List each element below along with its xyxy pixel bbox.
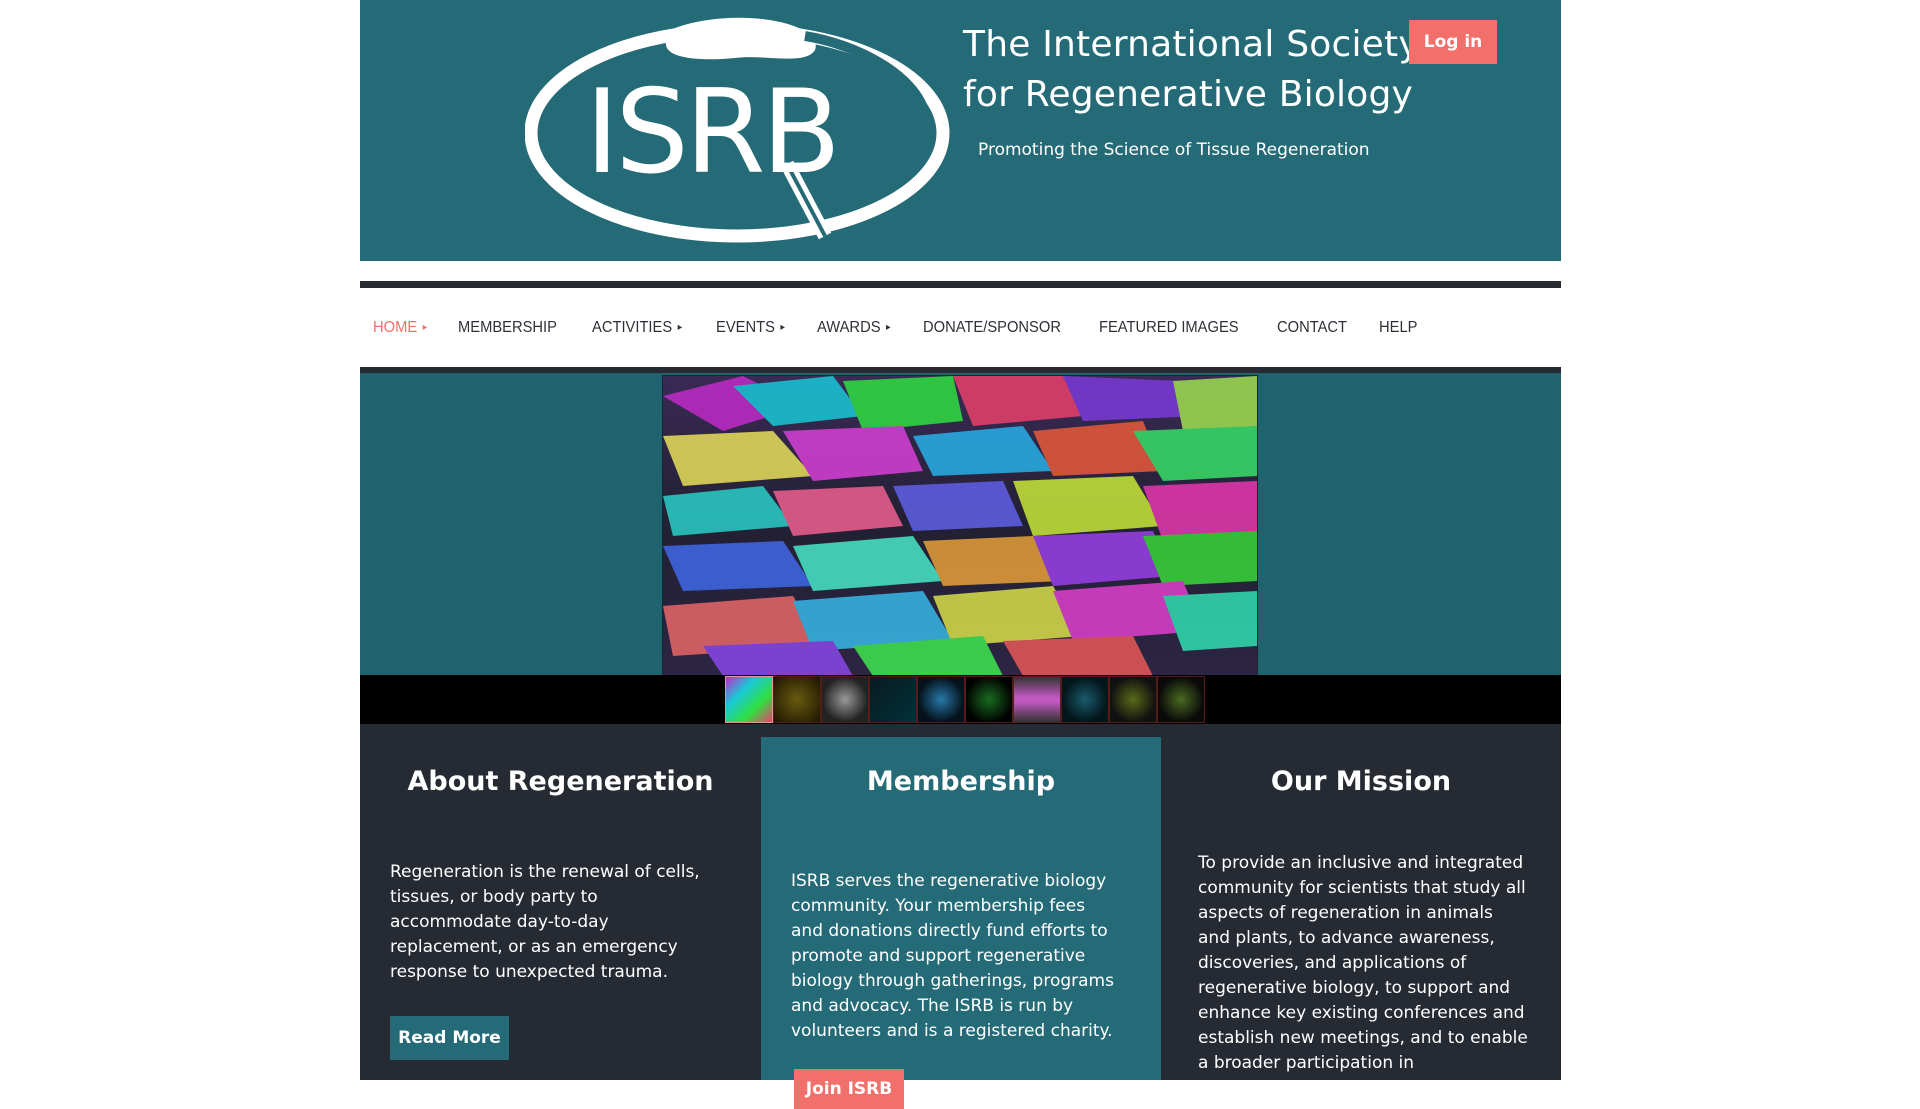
nav-item-label: HELP xyxy=(1378,319,1418,336)
thumbnail[interactable] xyxy=(725,676,773,723)
about-text: Regeneration is the renewal of cells, ti… xyxy=(390,862,700,982)
nav-item-label: CONTACT xyxy=(1276,319,1347,336)
about-regeneration-panel: About Regeneration Regeneration is the r… xyxy=(360,724,761,1080)
page: ISRB The International Society for Regen… xyxy=(360,0,1561,1109)
nav-item-label: DONATE/SPONSOR xyxy=(922,319,1061,336)
nav-top-border xyxy=(360,281,1561,288)
nav-item-help[interactable]: HELP xyxy=(1379,319,1417,337)
main-nav: HOME ▸ MEMBERSHIP ACTIVITIES ▸ EVENTS ▸ AWA… xyxy=(360,288,1561,368)
caret-right-icon: ▸ xyxy=(780,322,785,334)
nav-item-contact[interactable]: CONTACT xyxy=(1277,319,1347,337)
nav-item-membership[interactable]: MEMBERSHIP xyxy=(458,319,557,337)
thumbnail[interactable] xyxy=(917,676,965,723)
nav-item-label: MEMBERSHIP xyxy=(458,319,558,336)
membership-panel: Membership ISRB serves the regenerative … xyxy=(761,737,1161,1109)
mission-title: Our Mission xyxy=(1270,766,1452,797)
nav-item-awards[interactable]: AWARDS ▸ xyxy=(817,319,891,337)
membership-title: Membership xyxy=(866,766,1056,797)
thumbnail-strip xyxy=(360,675,1561,724)
isrb-logo[interactable]: ISRB xyxy=(525,14,950,244)
nav-item-events[interactable]: EVENTS ▸ xyxy=(716,319,785,337)
feature-columns: About Regeneration Regeneration is the r… xyxy=(360,724,1561,1109)
logo-wordmark: ISRB xyxy=(585,65,837,200)
caret-right-icon: ▸ xyxy=(677,322,682,334)
featured-image[interactable] xyxy=(662,375,1258,677)
membership-text: ISRB serves the regenerative biology com… xyxy=(791,871,1114,1041)
nav-item-label: FEATURED IMAGES xyxy=(1098,319,1239,336)
nav-item-activities[interactable]: ACTIVITIES ▸ xyxy=(592,319,682,337)
thumbnail-list xyxy=(725,676,1205,723)
thumbnail[interactable] xyxy=(773,676,821,723)
nav-item-donate-sponsor[interactable]: DONATE/SPONSOR xyxy=(923,319,1061,337)
site-header: ISRB The International Society for Regen… xyxy=(360,0,1561,261)
thumbnail[interactable] xyxy=(1109,676,1157,723)
thumbnail[interactable] xyxy=(1157,676,1205,723)
nav-item-featured-images[interactable]: FEATURED IMAGES xyxy=(1099,319,1239,337)
nav-item-home[interactable]: HOME ▸ xyxy=(373,319,427,337)
nav-item-label: HOME xyxy=(373,319,418,336)
caret-right-icon: ▸ xyxy=(885,322,891,334)
nav-item-label: ACTIVITIES xyxy=(591,319,672,336)
read-more-button[interactable]: Read More xyxy=(390,1016,509,1060)
about-title: About Regeneration xyxy=(407,766,714,797)
join-button[interactable]: Join ISRB xyxy=(794,1069,904,1109)
site-title: The International Society for Regenerati… xyxy=(963,20,1420,120)
caret-right-icon: ▸ xyxy=(422,322,428,334)
thumbnail[interactable] xyxy=(869,676,917,723)
mission-text: To provide an inclusive and integrated c… xyxy=(1198,853,1528,1098)
thumbnail[interactable] xyxy=(1061,676,1109,723)
image-slideshow xyxy=(360,373,1561,677)
site-title-line-2: for Regenerative Biology xyxy=(963,74,1414,115)
login-button[interactable]: Log in xyxy=(1409,20,1497,64)
nav-item-label: EVENTS xyxy=(715,319,775,336)
thumbnail[interactable] xyxy=(965,676,1013,723)
thumbnail[interactable] xyxy=(1013,676,1061,723)
nav-item-label: AWARDS xyxy=(816,319,881,336)
our-mission-panel: Our Mission To provide an inclusive and … xyxy=(1161,724,1561,1098)
thumbnail[interactable] xyxy=(821,676,869,723)
site-title-line-1: The International Society xyxy=(963,24,1420,65)
site-tagline: Promoting the Science of Tissue Regenera… xyxy=(978,140,1370,160)
